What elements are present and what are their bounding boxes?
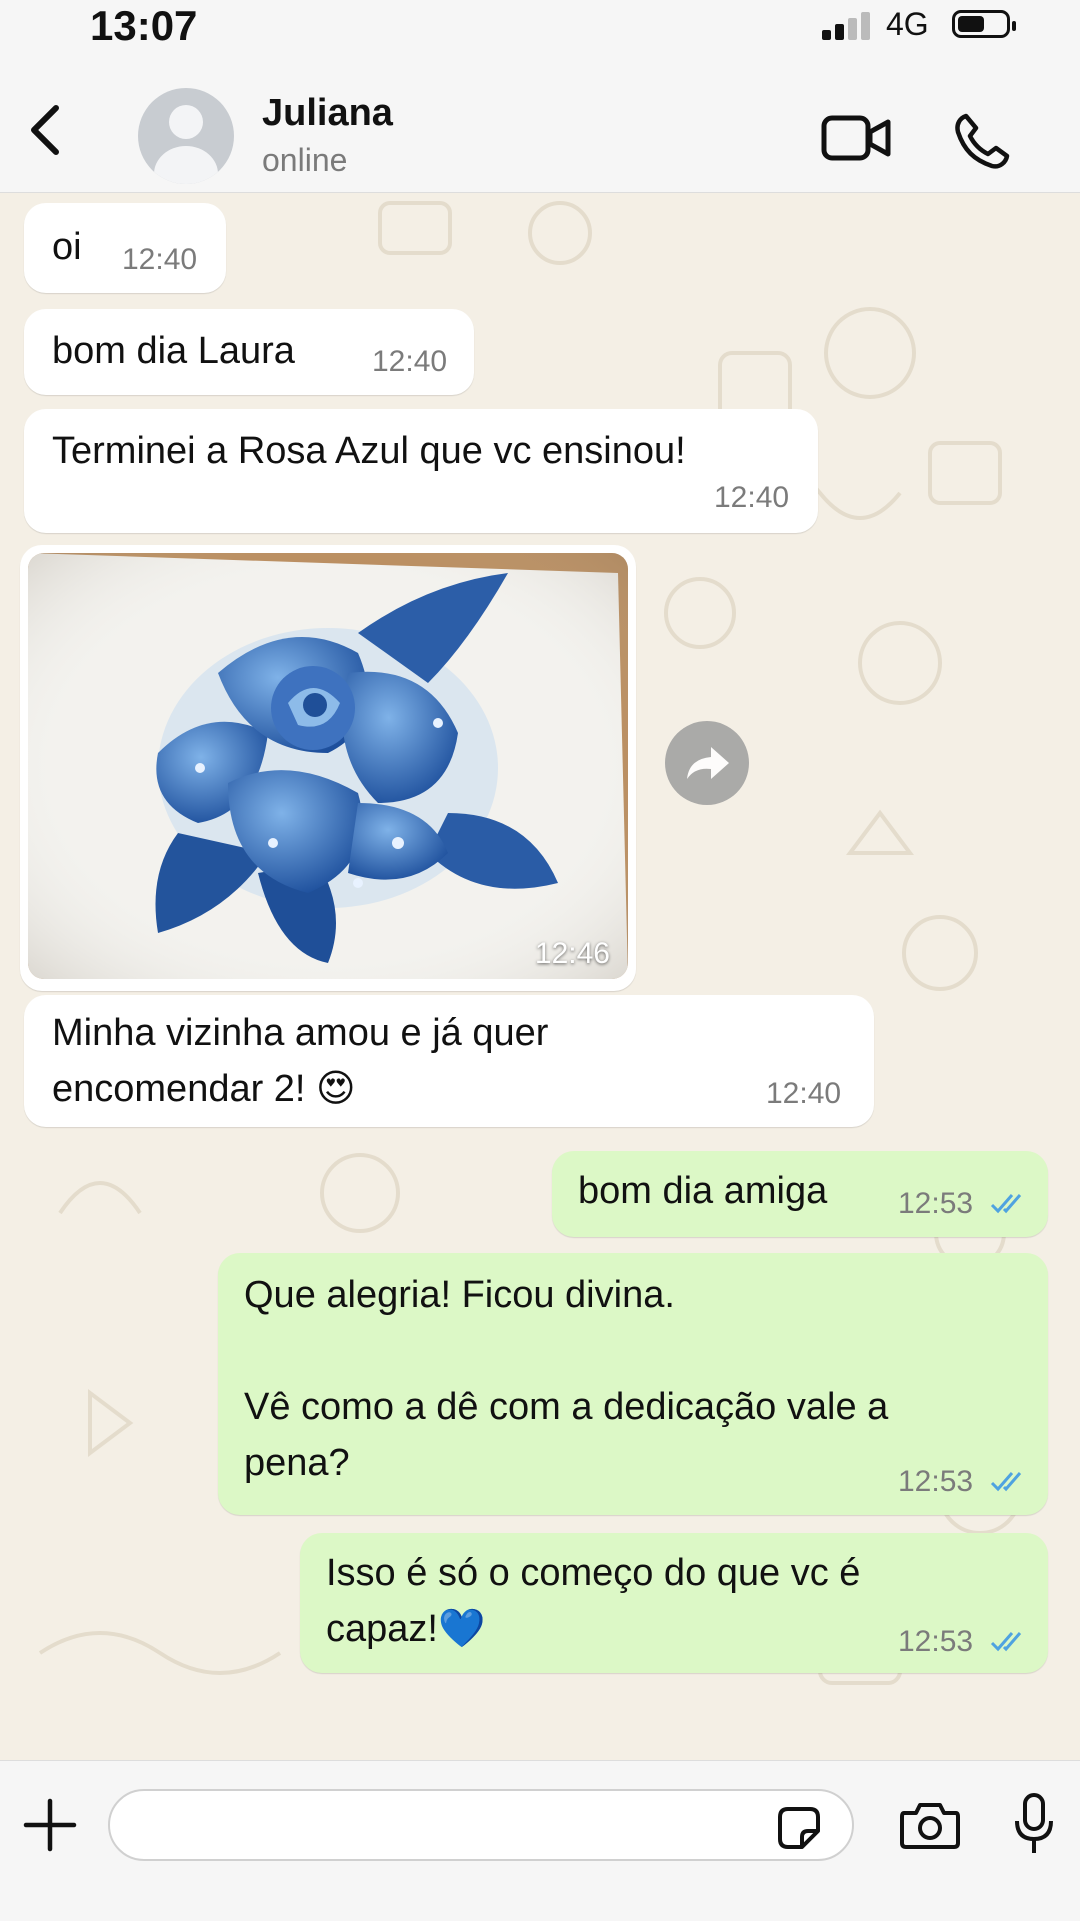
message-text: Isso é só o começo do que vc é capaz!💙	[326, 1552, 861, 1650]
message-time: 12:40	[766, 1077, 842, 1110]
message-incoming[interactable]: bom dia Laura 12:40	[24, 309, 474, 395]
message-time: 12:40	[372, 345, 448, 378]
message-text: Terminei a Rosa Azul que vc ensinou!	[52, 430, 686, 472]
camera-icon[interactable]	[898, 1799, 962, 1851]
message-time: 12:40	[714, 481, 790, 514]
read-ticks-icon	[990, 1632, 1022, 1652]
message-text: bom dia Laura	[52, 330, 295, 372]
network-type: 4G	[886, 6, 929, 42]
video-camera-icon[interactable]	[820, 112, 892, 164]
message-text: Que alegria! Ficou divina. Vê como a dê …	[244, 1274, 889, 1484]
message-incoming[interactable]: Terminei a Rosa Azul que vc ensinou! 12:…	[24, 409, 818, 533]
read-ticks-icon	[990, 1194, 1022, 1214]
status-bar: 13:07 4G	[0, 0, 1080, 60]
message-outgoing[interactable]: bom dia amiga 12:53	[552, 1151, 1048, 1237]
message-time: 12:53	[898, 1465, 974, 1498]
chat-header: Juliana online	[0, 60, 1080, 193]
read-ticks-icon	[990, 1472, 1022, 1492]
message-list[interactable]: oi 12:40 bom dia Laura 12:40 Terminei a …	[0, 193, 1080, 1760]
rose-image	[28, 553, 628, 979]
message-incoming[interactable]: Minha vizinha amou e já quer encomendar …	[24, 995, 874, 1127]
message-time: 12:53	[898, 1187, 974, 1220]
message-incoming[interactable]: oi 12:40	[24, 203, 226, 293]
message-image[interactable]: 12:46	[20, 545, 636, 991]
sticker-icon[interactable]	[774, 1803, 824, 1853]
forward-arrow-icon[interactable]	[665, 721, 749, 805]
status-time: 13:07	[90, 2, 198, 49]
message-time: 12:53	[898, 1625, 974, 1658]
chevron-left-icon[interactable]	[22, 100, 72, 160]
avatar[interactable]	[138, 88, 234, 184]
contact-name[interactable]: Juliana	[262, 92, 393, 135]
message-text: bom dia amiga	[578, 1170, 828, 1212]
message-outgoing[interactable]: Que alegria! Ficou divina. Vê como a dê …	[218, 1253, 1048, 1515]
phone-icon[interactable]	[952, 110, 1012, 170]
plus-icon[interactable]	[20, 1795, 80, 1855]
battery-icon	[952, 10, 1016, 38]
message-input[interactable]	[108, 1789, 854, 1861]
message-outgoing[interactable]: Isso é só o começo do que vc é capaz!💙 1…	[300, 1533, 1048, 1673]
message-text: Minha vizinha amou e já quer encomendar …	[52, 1012, 549, 1110]
contact-status: online	[262, 142, 348, 178]
microphone-icon[interactable]	[1012, 1791, 1056, 1857]
message-time: 12:46	[534, 937, 610, 970]
signal-bars-icon	[822, 10, 874, 40]
message-composer	[0, 1760, 1080, 1921]
message-text: oi	[52, 226, 82, 268]
blue-rose-photo[interactable]: 12:46	[28, 553, 628, 979]
message-time: 12:40	[122, 243, 198, 276]
